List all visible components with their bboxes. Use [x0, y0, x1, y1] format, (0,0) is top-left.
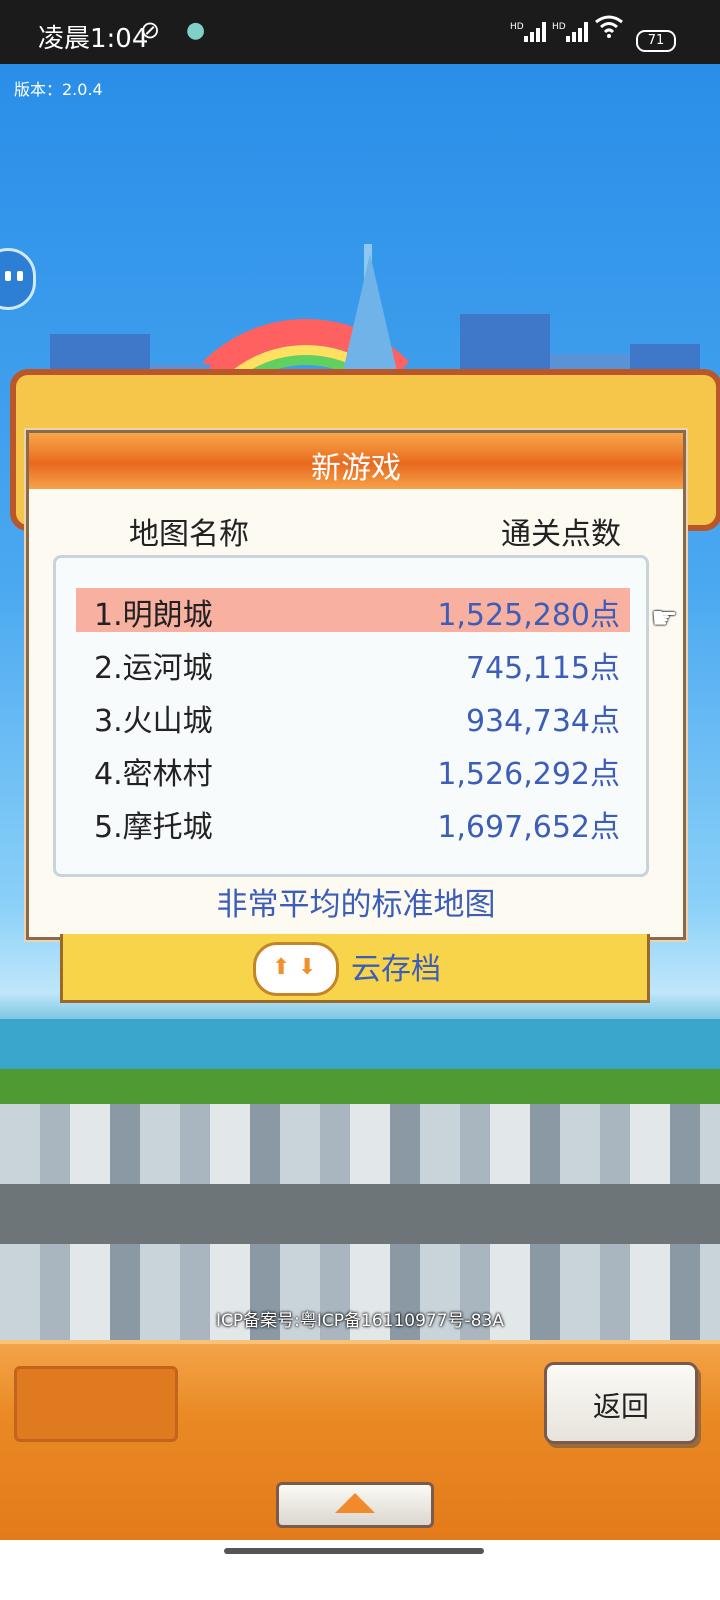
cellular-signal-icon-2: HD	[552, 20, 588, 48]
map-item-4[interactable]: 4.密林村 1,526,292点	[76, 747, 630, 792]
map-name: 5.摩托城	[94, 810, 213, 845]
map-name: 3.火山城	[94, 704, 213, 739]
column-header-map-name: 地图名称	[129, 517, 249, 552]
side-menu-button[interactable]	[0, 248, 36, 310]
map-score: 1,526,292点	[437, 757, 620, 792]
map-name: 2.运河城	[94, 651, 213, 686]
do-not-disturb-icon: ⊘	[140, 16, 161, 44]
map-list: 1.明朗城 1,525,280点 2.运河城 745,115点 3.火山城 93…	[53, 555, 649, 877]
map-item-5[interactable]: 5.摩托城 1,697,652点	[76, 800, 630, 845]
map-item-2[interactable]: 2.运河城 745,115点	[76, 641, 630, 686]
map-description: 非常平均的标准地图	[216, 887, 496, 923]
dialog-title: 新游戏	[311, 451, 401, 486]
map-name: 1.明朗城	[94, 598, 213, 633]
back-button-label: 返回	[592, 1390, 649, 1423]
new-game-dialog: 新游戏 地图名称 通关点数 1.明朗城 1,525,280点 2.运河城 745…	[26, 430, 686, 940]
version-label: 版本：2.0.4	[14, 80, 103, 99]
cloud-save-button[interactable]: ⬆ ⬇ 云存档	[60, 934, 650, 1003]
cellular-signal-icon: HD	[510, 20, 546, 48]
sea-decoration	[0, 1019, 720, 1069]
bottom-panel: 返回	[0, 1340, 720, 1544]
side-button-eye	[5, 271, 11, 281]
road-decoration	[0, 1184, 720, 1244]
status-bar: 凌晨1:04 ⊘ ● HD HD 71	[0, 0, 720, 64]
back-button[interactable]: 返回	[544, 1362, 698, 1444]
expand-up-button[interactable]	[276, 1482, 434, 1528]
map-item-3[interactable]: 3.火山城 934,734点	[76, 694, 630, 739]
map-score: 934,734点	[465, 704, 620, 739]
cloud-sync-icon: ⬆ ⬇	[253, 942, 339, 996]
upload-arrow-icon: ⬆	[272, 955, 291, 980]
status-time: 凌晨1:04	[38, 24, 149, 54]
up-arrow-icon	[335, 1493, 375, 1513]
map-score: 1,525,280点	[437, 598, 620, 633]
map-name: 4.密林村	[94, 757, 213, 792]
icp-notice: ICP备案号:粤ICP备16110977号-83A	[216, 1311, 504, 1331]
download-arrow-icon: ⬇	[298, 955, 317, 980]
dialog-header: 新游戏	[29, 433, 683, 489]
pointing-hand-icon: ☚	[651, 601, 678, 636]
hd-label-2: HD	[552, 22, 566, 32]
hd-label: HD	[510, 22, 524, 32]
cloud-save-label: 云存档	[351, 952, 441, 987]
side-button-eye	[17, 271, 23, 281]
home-gesture-handle[interactable]	[224, 1548, 484, 1554]
map-item-1[interactable]: 1.明朗城 1,525,280点	[76, 588, 630, 633]
map-score: 745,115点	[465, 651, 620, 686]
notification-dot-icon: ●	[186, 18, 206, 43]
wifi-icon	[594, 14, 624, 45]
battery-icon: 71	[636, 30, 676, 52]
column-header-clear-score: 通关点数	[501, 517, 621, 552]
map-score: 1,697,652点	[437, 810, 620, 845]
empty-slot	[14, 1366, 178, 1442]
